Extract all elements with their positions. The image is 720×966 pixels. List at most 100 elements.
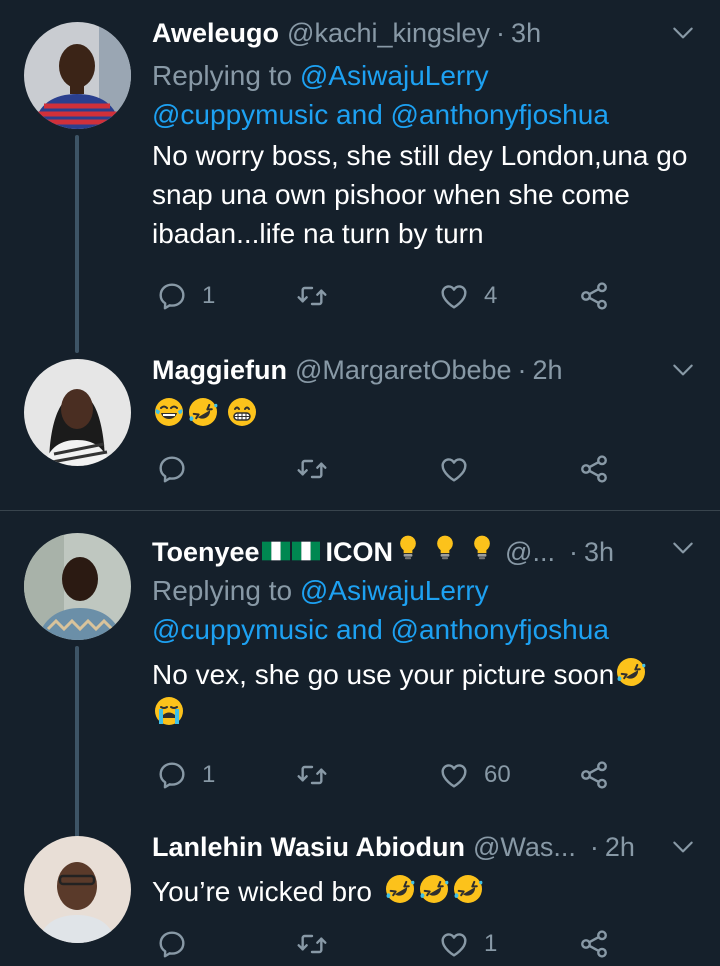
replying-to: Replying to @AsiwajuLerry @cuppymusic an…: [152, 571, 696, 649]
timestamp[interactable]: 2h: [533, 355, 563, 386]
nigeria-flag-icon: [262, 541, 290, 561]
chevron-down-icon[interactable]: [670, 535, 696, 561]
tweet-text-content: No vex, she go use your picture soon: [152, 659, 615, 690]
thread-line: [75, 135, 79, 353]
share-button[interactable]: [578, 926, 610, 962]
like-button[interactable]: [438, 451, 470, 487]
mention-link[interactable]: @cuppymusic: [152, 99, 328, 130]
user-handle[interactable]: @MargaretObebe: [295, 355, 512, 386]
mention-link[interactable]: @anthonyfjoshua: [391, 614, 609, 645]
share-icon: [578, 928, 610, 960]
replying-to-label: Replying to: [152, 60, 293, 91]
avatar[interactable]: [24, 22, 131, 129]
mention-link[interactable]: @cuppymusic: [152, 614, 328, 645]
separator-dot: ·: [589, 832, 599, 862]
like-button[interactable]: 60: [438, 757, 511, 793]
tweet-text: No vex, she go use your picture soon: [152, 655, 696, 733]
tweet-header: Maggiefun @MargaretObebe · 2h: [152, 355, 696, 393]
reply-icon: [156, 280, 188, 312]
share-icon: [578, 280, 610, 312]
avatar[interactable]: [24, 533, 131, 640]
reply-button[interactable]: 1: [156, 278, 215, 314]
chevron-down-icon[interactable]: [670, 20, 696, 46]
loudly-crying-face-icon: [153, 695, 185, 727]
chevron-down-icon[interactable]: [670, 834, 696, 860]
display-name-suffix[interactable]: ICON: [326, 537, 394, 568]
like-button[interactable]: 1: [438, 926, 497, 962]
display-name[interactable]: Toenyee: [152, 537, 260, 568]
chevron-down-icon[interactable]: [670, 357, 696, 383]
retweet-button[interactable]: [296, 926, 328, 962]
tweet-content: Lanlehin Wasiu Abiodun @Was... · 2h You’…: [152, 832, 696, 911]
display-name[interactable]: Lanlehin Wasiu Abiodun: [152, 832, 465, 863]
share-button[interactable]: [578, 757, 610, 793]
like-button[interactable]: 4: [438, 278, 497, 314]
reply-icon: [156, 928, 188, 960]
retweet-icon: [296, 928, 328, 960]
like-count: 4: [484, 282, 498, 309]
retweet-icon: [296, 453, 328, 485]
separator-dot: ·: [496, 18, 506, 48]
reply-count: 1: [202, 282, 216, 309]
reply-count: 1: [202, 761, 216, 788]
share-button[interactable]: [578, 278, 610, 314]
share-button[interactable]: [578, 451, 610, 487]
retweet-icon: [296, 280, 328, 312]
user-handle[interactable]: @kachi_kingsley: [287, 18, 490, 49]
timestamp[interactable]: 2h: [605, 832, 635, 863]
user-handle[interactable]: @...: [505, 537, 555, 568]
reply-button[interactable]: [156, 926, 188, 962]
tweet-content: Toenyee ICON @... · 3h Replying to @Asiw…: [152, 533, 696, 733]
share-icon: [578, 453, 610, 485]
display-name[interactable]: Aweleugo: [152, 18, 279, 49]
separator-dot: ·: [568, 537, 578, 567]
heart-icon: [438, 453, 470, 485]
mention-and: and: [336, 99, 383, 130]
tweet-text: You’re wicked bro: [152, 872, 696, 911]
tweet-actions: [152, 451, 622, 491]
reply-button[interactable]: 1: [156, 757, 215, 793]
tweet-2[interactable]: Maggiefun @MargaretObebe · 2h: [0, 345, 720, 510]
tweet-1[interactable]: Aweleugo @kachi_kingsley · 3h Replying t…: [0, 0, 720, 353]
reply-icon: [156, 759, 188, 791]
tweet-3[interactable]: Toenyee ICON @... · 3h Replying to @Asiw…: [0, 511, 720, 841]
avatar[interactable]: [24, 359, 131, 466]
light-bulb-icon: [394, 533, 422, 561]
retweet-button[interactable]: [296, 451, 328, 487]
light-bulb-icon: [431, 533, 459, 561]
light-bulb-icon: [468, 533, 496, 561]
separator-dot: ·: [517, 355, 527, 385]
rolling-on-floor-laughing-icon: [452, 873, 484, 905]
replying-to: Replying to @AsiwajuLerry @cuppymusic an…: [152, 56, 696, 134]
mention-link[interactable]: @AsiwajuLerry: [300, 60, 489, 91]
tweet-header: Aweleugo @kachi_kingsley · 3h: [152, 18, 696, 56]
reply-icon: [156, 453, 188, 485]
tweet-text: No worry boss, she still dey London,una …: [152, 140, 688, 249]
timestamp[interactable]: 3h: [511, 18, 541, 49]
reply-button[interactable]: [156, 451, 188, 487]
display-name[interactable]: Maggiefun: [152, 355, 287, 386]
tweet-actions: 1: [152, 926, 622, 966]
heart-icon: [438, 280, 470, 312]
tweet-header: Lanlehin Wasiu Abiodun @Was... · 2h: [152, 832, 696, 870]
tweet-4[interactable]: Lanlehin Wasiu Abiodun @Was... · 2h You’…: [0, 826, 720, 961]
mention-link[interactable]: @AsiwajuLerry: [300, 575, 489, 606]
heart-icon: [438, 928, 470, 960]
timestamp[interactable]: 3h: [584, 537, 614, 568]
avatar[interactable]: [24, 836, 131, 943]
rolling-on-floor-laughing-icon: [615, 656, 647, 688]
replying-to-label: Replying to: [152, 575, 293, 606]
tweet-actions: 1 60: [152, 757, 622, 797]
retweet-button[interactable]: [296, 757, 328, 793]
tweet-actions: 1 4: [152, 278, 622, 318]
rolling-on-floor-laughing-icon: [418, 873, 450, 905]
grinning-face-icon: [226, 396, 258, 428]
tweet-header: Toenyee ICON @... · 3h: [152, 533, 696, 571]
user-handle[interactable]: @Was...: [473, 832, 576, 863]
mention-link[interactable]: @anthonyfjoshua: [391, 99, 609, 130]
tweet-text-content: You’re wicked bro: [152, 876, 372, 907]
retweet-button[interactable]: [296, 278, 342, 314]
thread-line: [75, 646, 79, 841]
tweet-content: Maggiefun @MargaretObebe · 2h: [152, 355, 696, 434]
face-with-tears-of-joy-icon: [153, 396, 185, 428]
